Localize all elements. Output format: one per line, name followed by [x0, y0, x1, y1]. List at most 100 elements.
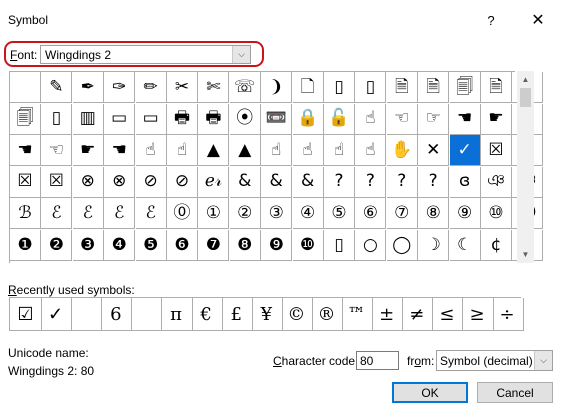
symbol-cell[interactable]: ❹	[104, 230, 136, 261]
symbol-cell[interactable]: ❺	[135, 230, 167, 261]
recent-symbol-cell[interactable]: ✓	[40, 298, 73, 331]
chevron-down-icon[interactable]: ⌵	[534, 351, 552, 370]
symbol-cell[interactable]: ⑩	[481, 198, 512, 230]
symbol-grid[interactable]: ✎✒✑✏✂✄☏❩🗋▯▯🗎🗎🗐🗎▯🗐▯▥▭▭🖶🖶⦿📼🔒🔓☝☜☞☚☛☛☚☜☛☚☝☝▲…	[9, 71, 544, 263]
close-button[interactable]: ✕	[524, 7, 552, 33]
symbol-cell[interactable]: ☝	[167, 135, 198, 167]
symbol-cell[interactable]: 🗋	[292, 72, 324, 103]
recent-symbol-cell[interactable]: ™	[341, 298, 374, 331]
symbol-cell[interactable]: ☾	[449, 230, 481, 261]
symbol-cell[interactable]: &	[261, 166, 293, 198]
symbol-cell[interactable]: ❷	[41, 230, 73, 261]
symbol-cell[interactable]: ▯	[41, 103, 73, 135]
symbol-cell[interactable]: ɞ	[449, 166, 481, 198]
symbol-cell[interactable]: ✒	[72, 72, 104, 103]
symbol-cell[interactable]: ✑	[104, 72, 136, 103]
symbol-cell[interactable]: ¢	[481, 230, 512, 261]
character-code-input[interactable]: 80	[356, 351, 399, 370]
symbol-cell[interactable]: ?	[386, 166, 418, 198]
recent-symbol-cell[interactable]: ®	[311, 298, 343, 331]
recent-symbol-cell[interactable]: 6	[100, 298, 133, 331]
symbol-cell[interactable]: ▥	[72, 103, 104, 135]
symbol-cell[interactable]: ℬ	[10, 198, 41, 230]
cancel-button[interactable]: Cancel	[477, 382, 553, 403]
recent-symbol-cell[interactable]: ÷	[491, 298, 524, 331]
symbol-cell[interactable]: 🗎	[418, 72, 450, 103]
symbol-cell[interactable]: ☚	[449, 103, 481, 135]
recent-symbol-cell[interactable]: £	[220, 298, 253, 331]
symbol-cell[interactable]: ⑤	[324, 198, 355, 230]
symbol-cell[interactable]: ☜	[41, 135, 73, 167]
symbol-cell[interactable]: ✋	[386, 135, 418, 167]
symbol-cell[interactable]: ▲	[229, 135, 261, 167]
symbol-cell[interactable]: ঞ	[481, 166, 512, 198]
symbol-cell[interactable]: 🗎	[386, 72, 418, 103]
symbol-cell[interactable]: ✂	[167, 72, 198, 103]
symbol-cell[interactable]: ⑧	[418, 198, 450, 230]
symbol-cell[interactable]: ℰ	[72, 198, 104, 230]
symbol-cell[interactable]: ☜	[386, 103, 418, 135]
symbol-cell[interactable]: ▭	[104, 103, 136, 135]
symbol-cell[interactable]: ✕	[418, 135, 450, 167]
symbol-cell[interactable]: ④	[292, 198, 324, 230]
symbol-cell[interactable]: ▯	[324, 230, 355, 261]
recent-symbol-cell[interactable]: ±	[371, 298, 404, 331]
symbol-cell[interactable]: 🗐	[10, 103, 41, 135]
scroll-up-icon[interactable]: ▲	[517, 71, 534, 88]
symbol-cell[interactable]: ⊗	[72, 166, 104, 198]
symbol-cell[interactable]: ℰ	[104, 198, 136, 230]
symbol-cell[interactable]: ✎	[41, 72, 73, 103]
symbol-cell[interactable]: &	[229, 166, 261, 198]
symbol-cell[interactable]: ?	[355, 166, 387, 198]
symbol-cell[interactable]: ❻	[167, 230, 198, 261]
symbol-cell[interactable]: ☒	[41, 166, 73, 198]
symbol-cell[interactable]: 🔒	[292, 103, 324, 135]
ok-button[interactable]: OK	[392, 382, 468, 403]
symbol-cell[interactable]: ②	[229, 198, 261, 230]
symbol-cell[interactable]: ❸	[72, 230, 104, 261]
symbol-cell[interactable]: ☽	[418, 230, 450, 261]
symbol-cell[interactable]: ▲	[198, 135, 230, 167]
symbol-cell[interactable]: ☒	[481, 135, 512, 167]
recent-symbol-cell[interactable]: ≠	[401, 298, 434, 331]
symbol-cell[interactable]: ☝	[135, 135, 167, 167]
symbol-cell[interactable]: ○	[355, 230, 387, 261]
font-dropdown[interactable]: Wingdings 2 ⌵	[40, 45, 251, 64]
symbol-cell[interactable]: ❩	[261, 72, 293, 103]
symbol-cell[interactable]: ③	[261, 198, 293, 230]
symbol-cell[interactable]: ❶	[10, 230, 41, 261]
recent-symbol-cell[interactable]: π	[160, 298, 193, 331]
symbol-cell[interactable]: ⓪	[167, 198, 198, 230]
symbol-cell[interactable]: ☚	[10, 135, 41, 167]
symbol-cell[interactable]: ▭	[135, 103, 167, 135]
symbol-cell[interactable]: ☚	[104, 135, 136, 167]
scroll-down-icon[interactable]: ▼	[517, 246, 534, 263]
symbol-cell[interactable]: ❾	[261, 230, 293, 261]
symbol-cell[interactable]: 🖶	[198, 103, 230, 135]
symbol-cell[interactable]: ▯	[355, 72, 387, 103]
symbol-cell[interactable]: ☝	[261, 135, 293, 167]
symbol-cell[interactable]: ⑦	[386, 198, 418, 230]
symbol-cell[interactable]: ⦿	[229, 103, 261, 135]
symbol-cell[interactable]: ☞	[418, 103, 450, 135]
symbol-cell[interactable]: ⑥	[355, 198, 387, 230]
symbol-cell[interactable]: ☒	[10, 166, 41, 198]
symbol-cell[interactable]: ❽	[229, 230, 261, 261]
recent-symbol-cell[interactable]	[130, 298, 163, 331]
symbol-cell[interactable]: ☛	[72, 135, 104, 167]
symbol-cell[interactable]: ⊘	[167, 166, 198, 198]
recent-symbol-cell[interactable]: ¥	[250, 298, 283, 331]
scroll-thumb[interactable]	[520, 88, 531, 107]
symbol-cell[interactable]: ℰ	[41, 198, 73, 230]
symbol-cell[interactable]: 🗐	[449, 72, 481, 103]
symbol-cell[interactable]: ⊗	[104, 166, 136, 198]
symbol-cell[interactable]: ❿	[292, 230, 324, 261]
symbol-cell[interactable]: ①	[198, 198, 230, 230]
symbol-cell[interactable]: ⊘	[135, 166, 167, 198]
recent-symbol-cell[interactable]: ☑	[10, 298, 42, 331]
recent-symbols-grid[interactable]: ☑ ✓ 6 π € £ ¥ © ® ™ ± ≠ ≤ ≥ ÷	[9, 297, 524, 331]
symbol-cell[interactable]: 📼	[261, 103, 293, 135]
symbol-cell[interactable]: ◯	[386, 230, 418, 261]
grid-scrollbar[interactable]: ▲ ▼	[517, 71, 534, 263]
symbol-cell[interactable]: ✏	[135, 72, 167, 103]
